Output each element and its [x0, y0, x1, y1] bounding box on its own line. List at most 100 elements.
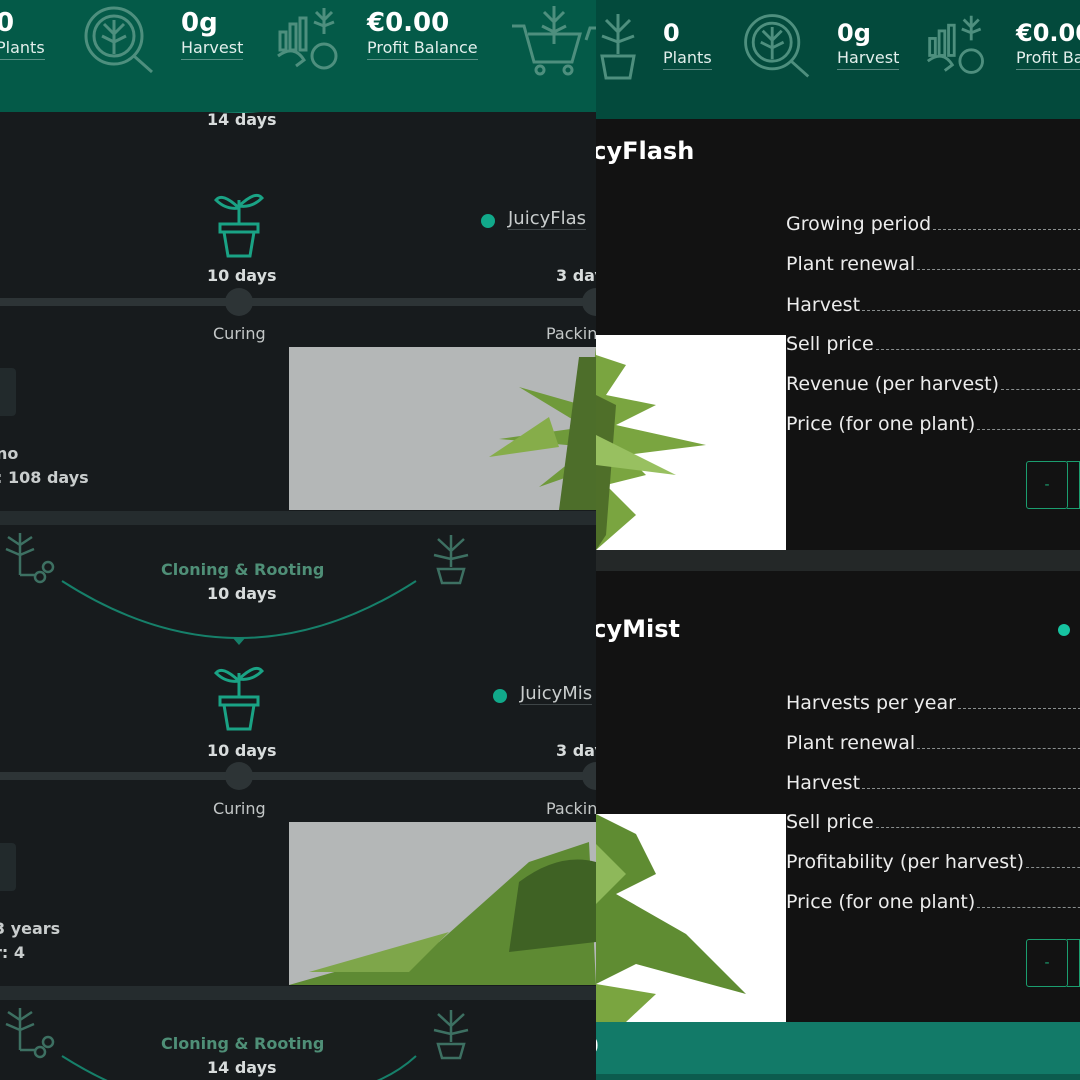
property-row: Sell price — [786, 811, 1080, 833]
cannabis-chart-money-icon — [274, 4, 346, 76]
property-label: Harvest — [786, 772, 861, 794]
cart-icon[interactable] — [510, 4, 596, 76]
cannabis-magnifier-icon — [78, 4, 158, 76]
packing-duration: 3 day — [556, 741, 596, 760]
property-row: Price (for one plant) — [786, 413, 1080, 435]
product-card-juicymist: icyMist Harvests per year Plant renewal … — [596, 571, 1080, 1022]
property-label: Plant renewal — [786, 732, 916, 754]
cannabis-chart-money-icon — [924, 10, 992, 82]
cannabis-magnifier-icon — [738, 10, 814, 82]
harvest-label: Harvest — [181, 38, 244, 60]
info-line: r: 4 — [0, 943, 25, 962]
property-label: Harvests per year — [786, 692, 956, 714]
timeline-step-packing[interactable] — [582, 762, 596, 790]
right-app-screen: 0 Plants 0g Harvest €0.00 Profit Ba — [596, 0, 1080, 1080]
info-line: 3 years — [0, 919, 61, 938]
cannabis-plant-image — [289, 842, 596, 985]
process-timeline — [0, 772, 596, 780]
status-dot — [1058, 624, 1070, 636]
property-label: Plant renewal — [786, 253, 916, 275]
curing-label: Curing — [213, 324, 266, 343]
strain-status-dot — [493, 689, 507, 703]
sprout-pot-icon — [212, 184, 266, 260]
product-photo — [596, 814, 786, 1022]
timeline-step-curing[interactable] — [225, 288, 253, 316]
stats-header: 0 Plants 0g Harvest €0.00 Profit Balance — [0, 0, 596, 112]
plants-count: 0 — [663, 19, 680, 47]
packing-duration: 3 day — [556, 266, 596, 285]
plants-stat[interactable]: 0 Plants — [663, 18, 712, 70]
strain-section-juicyflash: 14 days JuicyFlas 10 days 3 day Curing P… — [0, 112, 596, 512]
harvest-stat[interactable]: 0g Harvest — [181, 8, 244, 60]
stats-header: 0 Plants 0g Harvest €0.00 Profit Ba — [596, 0, 1080, 119]
growth-arc — [219, 112, 259, 113]
property-label: Growing period — [786, 213, 932, 235]
strain-section-juicymist: Cloning & Rooting 10 days JuicyMis 10 da… — [0, 525, 596, 987]
product-photo — [596, 335, 786, 550]
property-label: Profitability (per harvest) — [786, 851, 1025, 873]
product-title: icyMist — [596, 615, 680, 643]
left-app-screen: 0 Plants 0g Harvest €0.00 Profit Balance — [0, 0, 596, 1080]
growth-arc — [61, 580, 417, 645]
harvest-amount: 0g — [181, 8, 218, 38]
timeline-step-packing[interactable] — [582, 288, 596, 316]
property-row: Revenue (per harvest) — [786, 373, 1080, 395]
property-row: Harvest — [786, 772, 1080, 794]
quantity-field[interactable] — [1067, 461, 1080, 509]
plants-count: 0 — [0, 8, 15, 38]
property-label: Sell price — [786, 811, 874, 833]
property-label: Price (for one plant) — [786, 413, 976, 435]
property-label: Revenue (per harvest) — [786, 373, 999, 395]
timeline-step-curing[interactable] — [225, 762, 253, 790]
property-row: Price (for one plant) — [786, 891, 1080, 913]
cannabis-plant-image — [596, 814, 746, 1022]
property-row: Harvests per year — [786, 692, 1080, 714]
product-title: icyFlash — [596, 137, 695, 165]
strain-photo — [289, 822, 596, 985]
info-line: no — [0, 444, 19, 463]
cart-summary-bar[interactable]: 0 — [596, 1022, 1080, 1080]
profit-stat[interactable]: €0.00 Profit Ba — [1016, 18, 1080, 70]
property-row: Harvest — [786, 294, 1080, 316]
decrease-quantity-button[interactable]: - — [1026, 939, 1068, 987]
info-line: : 108 days — [0, 468, 89, 487]
property-row: Plant renewal — [786, 732, 1080, 754]
cannabis-plant-image — [489, 347, 596, 510]
plants-stat[interactable]: 0 Plants — [0, 8, 45, 60]
strain-name-tag[interactable]: JuicyFlas — [508, 208, 587, 230]
section-divider — [596, 550, 1080, 571]
curing-duration: 10 days — [207, 741, 277, 760]
curing-duration: 10 days — [207, 266, 277, 285]
packing-label: Packin — [546, 799, 596, 818]
strain-name-tag[interactable]: JuicyMis — [520, 683, 593, 705]
plants-label: Plants — [0, 38, 45, 60]
profit-amount: €0.00 — [1016, 19, 1080, 47]
growth-arc — [61, 1055, 417, 1080]
phase-duration: 14 days — [207, 112, 277, 129]
profit-label: Profit Balance — [367, 38, 478, 60]
property-row: Profitability (per harvest) — [786, 851, 1080, 873]
harvest-label: Harvest — [837, 48, 900, 70]
curing-label: Curing — [213, 799, 266, 818]
profit-label: Profit Ba — [1016, 48, 1080, 70]
product-card-juicyflash: icyFlash Growing period Plant renewal Ha… — [596, 119, 1080, 550]
property-row: Sell price — [786, 333, 1080, 355]
strain-status-dot — [481, 214, 495, 228]
property-label: Harvest — [786, 294, 861, 316]
quantity-field[interactable] — [1067, 939, 1080, 987]
harvest-stat[interactable]: 0g Harvest — [837, 18, 900, 70]
side-button[interactable] — [0, 843, 16, 891]
decrease-quantity-button[interactable]: - — [1026, 461, 1068, 509]
process-timeline — [0, 298, 596, 306]
profit-stat[interactable]: €0.00 Profit Balance — [367, 8, 478, 60]
property-row: Plant renewal — [786, 253, 1080, 275]
side-button[interactable] — [0, 368, 16, 416]
strain-section-next: Cloning & Rooting 14 days — [0, 1000, 596, 1080]
cannabis-plant-image — [596, 355, 706, 550]
property-label: Sell price — [786, 333, 874, 355]
section-divider — [0, 511, 596, 525]
strain-photo — [289, 347, 596, 510]
plants-label: Plants — [663, 48, 712, 70]
cart-total: 0 — [596, 1032, 599, 1060]
harvest-amount: 0g — [837, 19, 871, 47]
